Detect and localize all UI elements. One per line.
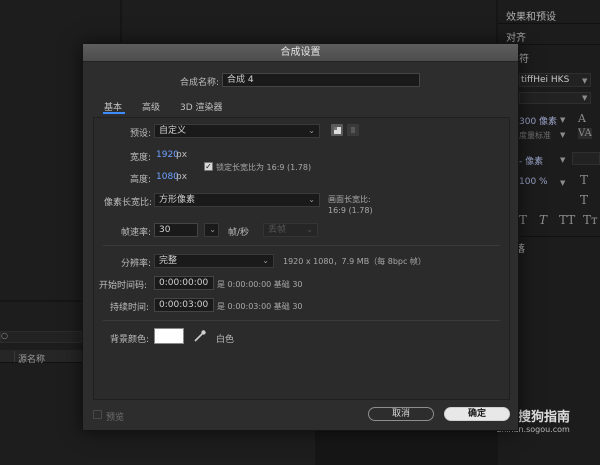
chevron-down-icon: ▼ <box>582 77 588 85</box>
start-timecode-info: 是 0:00:00:00 基础 30 <box>217 280 303 289</box>
tab-advanced[interactable]: 高级 <box>142 100 160 113</box>
frame-aspect-value: 16:9 (1.78) <box>328 206 373 215</box>
bg-color-name: 白色 <box>216 335 235 345</box>
tsume-icon: T <box>580 193 589 207</box>
bg-color-swatch[interactable] <box>154 328 184 344</box>
chevron-down-icon: ▼ <box>560 179 566 187</box>
character-panel-title[interactable]: 符 <box>519 50 529 65</box>
lock-aspect-label: 锁定长宽比为 16:9 (1.78) <box>216 163 312 172</box>
chevron-down-icon: ⌄ <box>306 225 313 234</box>
duration-info: 是 0:00:03:00 基础 30 <box>217 302 303 311</box>
preview-label: 预览 <box>106 413 125 423</box>
dialog-title: 合成设置 <box>280 47 321 58</box>
horizontal-scale-icon: T <box>580 173 589 187</box>
faux-italic-icon[interactable]: T <box>539 213 547 227</box>
frame-rate-unit: 帧/秒 <box>228 228 250 238</box>
chevron-down-icon: ⌄ <box>209 225 216 234</box>
ok-button[interactable]: 确定 <box>444 407 510 421</box>
leading-icon: A <box>578 112 586 125</box>
pixel-aspect-select[interactable]: 方形像素 ⌄ <box>154 193 320 207</box>
project-search-input[interactable] <box>0 331 82 343</box>
comp-name-label: 合成名称: <box>180 78 220 88</box>
section-divider <box>103 245 500 246</box>
height-label: 高度: <box>130 175 152 185</box>
width-label: 宽度: <box>130 153 152 163</box>
tracking-icon: VA <box>578 128 592 139</box>
kerning-value[interactable]: 度量标准 <box>519 130 551 141</box>
small-caps-icon[interactable]: Tт <box>583 213 598 227</box>
source-name-column[interactable]: 源名称 <box>18 352 45 365</box>
faux-bold-icon[interactable]: T <box>519 213 527 227</box>
stroke-style-select[interactable] <box>572 152 600 165</box>
frame-rate-input[interactable]: 30 <box>154 223 198 237</box>
active-tab-indicator <box>103 112 125 114</box>
chevron-down-icon: ⌄ <box>262 256 269 265</box>
effects-presets-panel-title[interactable]: 效果和预设 <box>506 8 556 23</box>
pixel-aspect-label: 像素长宽比: <box>104 198 153 208</box>
align-panel-title[interactable]: 对齐 <box>506 29 526 44</box>
all-caps-icon[interactable]: TT <box>559 213 575 227</box>
search-icon: ○ <box>1 331 8 340</box>
width-unit: px <box>176 150 188 160</box>
drop-frame-value: 丢帧 <box>268 225 287 235</box>
delete-preset-icon[interactable] <box>347 124 359 136</box>
column-separator <box>14 351 15 362</box>
eyedropper-icon[interactable] <box>193 329 207 343</box>
chevron-down-icon: ⌄ <box>308 195 315 204</box>
chevron-down-icon: ▼ <box>560 156 566 164</box>
start-timecode-input[interactable]: 0:00:00:00 <box>154 276 214 290</box>
frame-rate-dropdown[interactable]: ⌄ <box>204 223 219 237</box>
section-divider <box>103 320 500 321</box>
duration-label: 持续时间: <box>110 303 150 313</box>
tab-3d-renderer[interactable]: 3D 渲染器 <box>180 100 223 113</box>
resolution-info: 1920 x 1080，7.9 MB（每 8bpc 帧） <box>283 257 426 266</box>
cancel-button[interactable]: 取消 <box>368 407 434 421</box>
chevron-down-icon: ▼ <box>560 116 566 124</box>
lock-aspect-checkbox[interactable]: ✓ <box>204 162 213 171</box>
font-size-value[interactable]: 300 像素 <box>519 114 557 127</box>
font-style-select[interactable] <box>519 92 591 104</box>
start-timecode-label: 开始时间码: <box>99 281 148 291</box>
save-preset-icon[interactable] <box>331 124 343 136</box>
frame-aspect-label: 画面长宽比: <box>328 195 371 204</box>
frame-rate-label: 帧速率: <box>121 228 152 238</box>
drop-frame-select[interactable]: 丢帧 ⌄ <box>263 223 318 237</box>
preset-value: 自定义 <box>159 126 187 136</box>
resolution-label: 分辨率: <box>121 259 152 269</box>
preset-label: 预设: <box>130 129 152 139</box>
height-unit: px <box>176 172 188 182</box>
watermark-title: 搜狗指南 <box>518 410 571 425</box>
chevron-down-icon: ▼ <box>560 131 566 139</box>
resolution-value: 完整 <box>159 256 178 266</box>
composition-panel-top <box>122 0 496 45</box>
chevron-down-icon: ▼ <box>582 94 588 102</box>
composition-settings-dialog: 合成设置 合成名称: 合成 4 基本 高级 3D 渲染器 预设: 自定义 ⌄ 宽… <box>82 43 519 431</box>
duration-input[interactable]: 0:00:03:00 <box>154 298 214 312</box>
bg-color-label: 背景颜色: <box>110 335 150 345</box>
comp-name-input[interactable]: 合成 4 <box>222 73 420 87</box>
chevron-down-icon: ⌄ <box>308 126 315 135</box>
dialog-titlebar[interactable]: 合成设置 <box>83 44 518 62</box>
vertical-scale-value[interactable]: 100 % <box>519 177 548 187</box>
pixel-aspect-value: 方形像素 <box>159 195 196 205</box>
stroke-width-value[interactable]: - 像素 <box>519 154 543 167</box>
panel-divider <box>498 23 600 24</box>
preview-checkbox[interactable] <box>93 410 102 419</box>
preset-select[interactable]: 自定义 ⌄ <box>154 124 320 138</box>
resolution-select[interactable]: 完整 ⌄ <box>154 254 274 268</box>
font-family-value: tiffHei HKS <box>521 75 570 85</box>
